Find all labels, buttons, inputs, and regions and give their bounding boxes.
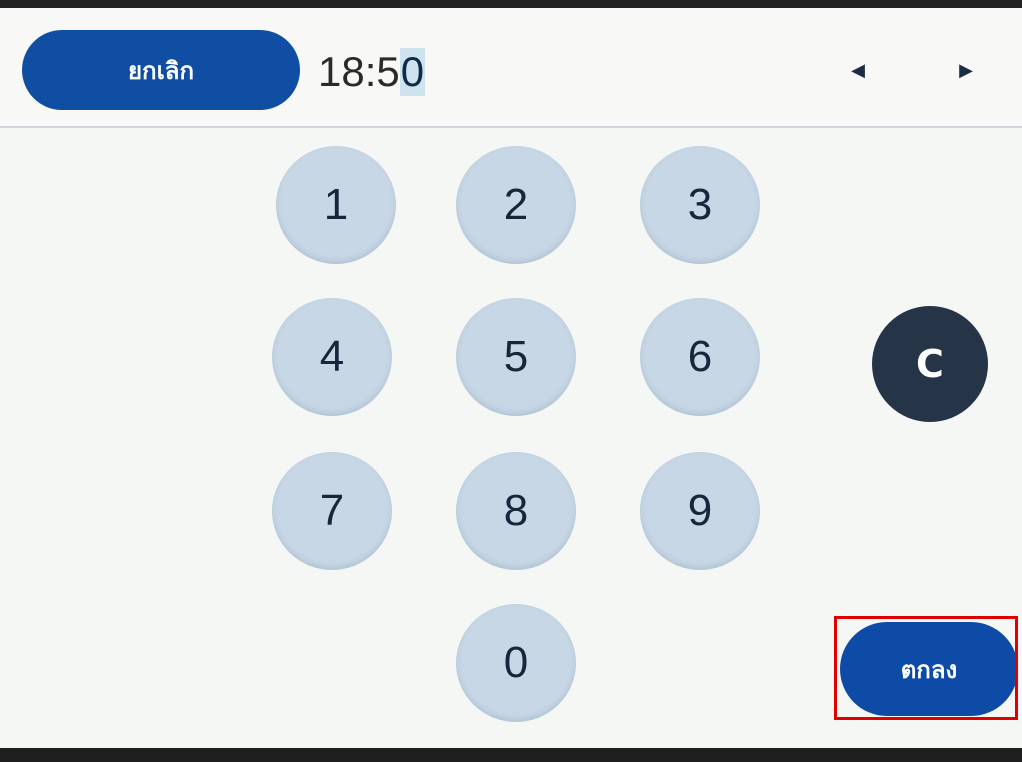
header-bar: ยกเลิก 18:5 0 ◀ ▶ [0, 8, 1022, 128]
key-9[interactable]: 9 [640, 452, 760, 570]
clear-button[interactable]: C [872, 306, 988, 422]
cancel-button[interactable]: ยกเลิก [22, 30, 300, 110]
ok-button[interactable]: ตกลง [840, 622, 1018, 716]
text-cursor-digit: 0 [399, 48, 426, 96]
key-1[interactable]: 1 [276, 146, 396, 264]
key-6[interactable]: 6 [640, 298, 760, 416]
time-entry-screen: ยกเลิก 18:5 0 ◀ ▶ 1 2 3 4 5 6 C 7 8 9 0 ต… [0, 8, 1022, 748]
key-7[interactable]: 7 [272, 452, 392, 570]
key-8[interactable]: 8 [456, 452, 576, 570]
key-3[interactable]: 3 [640, 146, 760, 264]
key-2[interactable]: 2 [456, 146, 576, 264]
key-0[interactable]: 0 [456, 604, 576, 722]
cursor-right-arrow-icon[interactable]: ▶ [946, 50, 986, 90]
time-value: 18:5 [318, 48, 400, 95]
device-bezel-bottom [0, 748, 1022, 762]
cursor-left-arrow-icon[interactable]: ◀ [838, 50, 878, 90]
time-input[interactable]: 18:5 0 [318, 44, 426, 100]
key-5[interactable]: 5 [456, 298, 576, 416]
key-4[interactable]: 4 [272, 298, 392, 416]
device-bezel-top [0, 0, 1022, 8]
